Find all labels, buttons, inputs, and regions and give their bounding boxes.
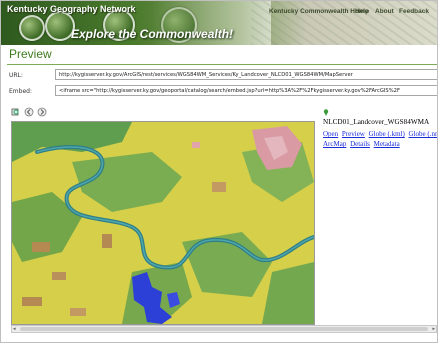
- banner-title: Kentucky Geography Network: [7, 4, 136, 14]
- url-field[interactable]: http://kygisserver.ky.gov/ArcGIS/rest/se…: [55, 69, 437, 80]
- nav-link-help[interactable]: Help: [355, 8, 369, 15]
- forward-icon[interactable]: [37, 107, 47, 117]
- map-viewer[interactable]: [11, 121, 315, 325]
- open-link[interactable]: Open: [323, 130, 338, 138]
- landcover-map-image: [12, 122, 314, 324]
- url-label: URL:: [9, 72, 23, 79]
- heading-divider: [7, 64, 437, 65]
- embed-field[interactable]: <iframe src="http://kygisserver.ky.gov/g…: [55, 85, 437, 96]
- preview-link[interactable]: Preview: [342, 130, 365, 138]
- layer-pin-icon: [323, 109, 329, 116]
- zoom-icon[interactable]: [11, 107, 21, 117]
- details-link[interactable]: Details: [350, 140, 370, 148]
- nav-link-about[interactable]: About: [375, 8, 394, 15]
- nav-link-home[interactable]: Kentucky Commonwealth Home: [269, 8, 368, 15]
- globe-nmf-link[interactable]: Globe (.nmf): [409, 130, 437, 138]
- metadata-link[interactable]: Metadata: [374, 140, 400, 148]
- layer-title: NLCD01_Landcover_WGS84WMA: [323, 118, 430, 126]
- arcmap-link[interactable]: ArcMap: [323, 140, 346, 148]
- site-banner: Kentucky Geography Network Explore the C…: [1, 1, 437, 45]
- back-icon[interactable]: [24, 107, 34, 117]
- globe-kml-link[interactable]: Globe (.kml): [369, 130, 405, 138]
- nav-link-feedback[interactable]: Feedback: [399, 8, 429, 15]
- map-horizontal-scrollbar[interactable]: ◂ ▸: [11, 325, 437, 333]
- page-frame: Kentucky Geography Network Explore the C…: [0, 0, 438, 343]
- scrollbar-thumb[interactable]: [20, 327, 428, 331]
- layer-links: Open Preview Globe (.kml) Globe (.nmf) A…: [323, 129, 437, 149]
- banner-tagline: Explore the Commonwealth!: [71, 27, 234, 41]
- scroll-left-icon[interactable]: ◂: [13, 326, 16, 332]
- page-title: Preview: [9, 47, 52, 61]
- scroll-right-icon[interactable]: ▸: [432, 326, 435, 332]
- embed-label: Embed:: [9, 88, 32, 95]
- banner-photo-bubble: [19, 15, 45, 41]
